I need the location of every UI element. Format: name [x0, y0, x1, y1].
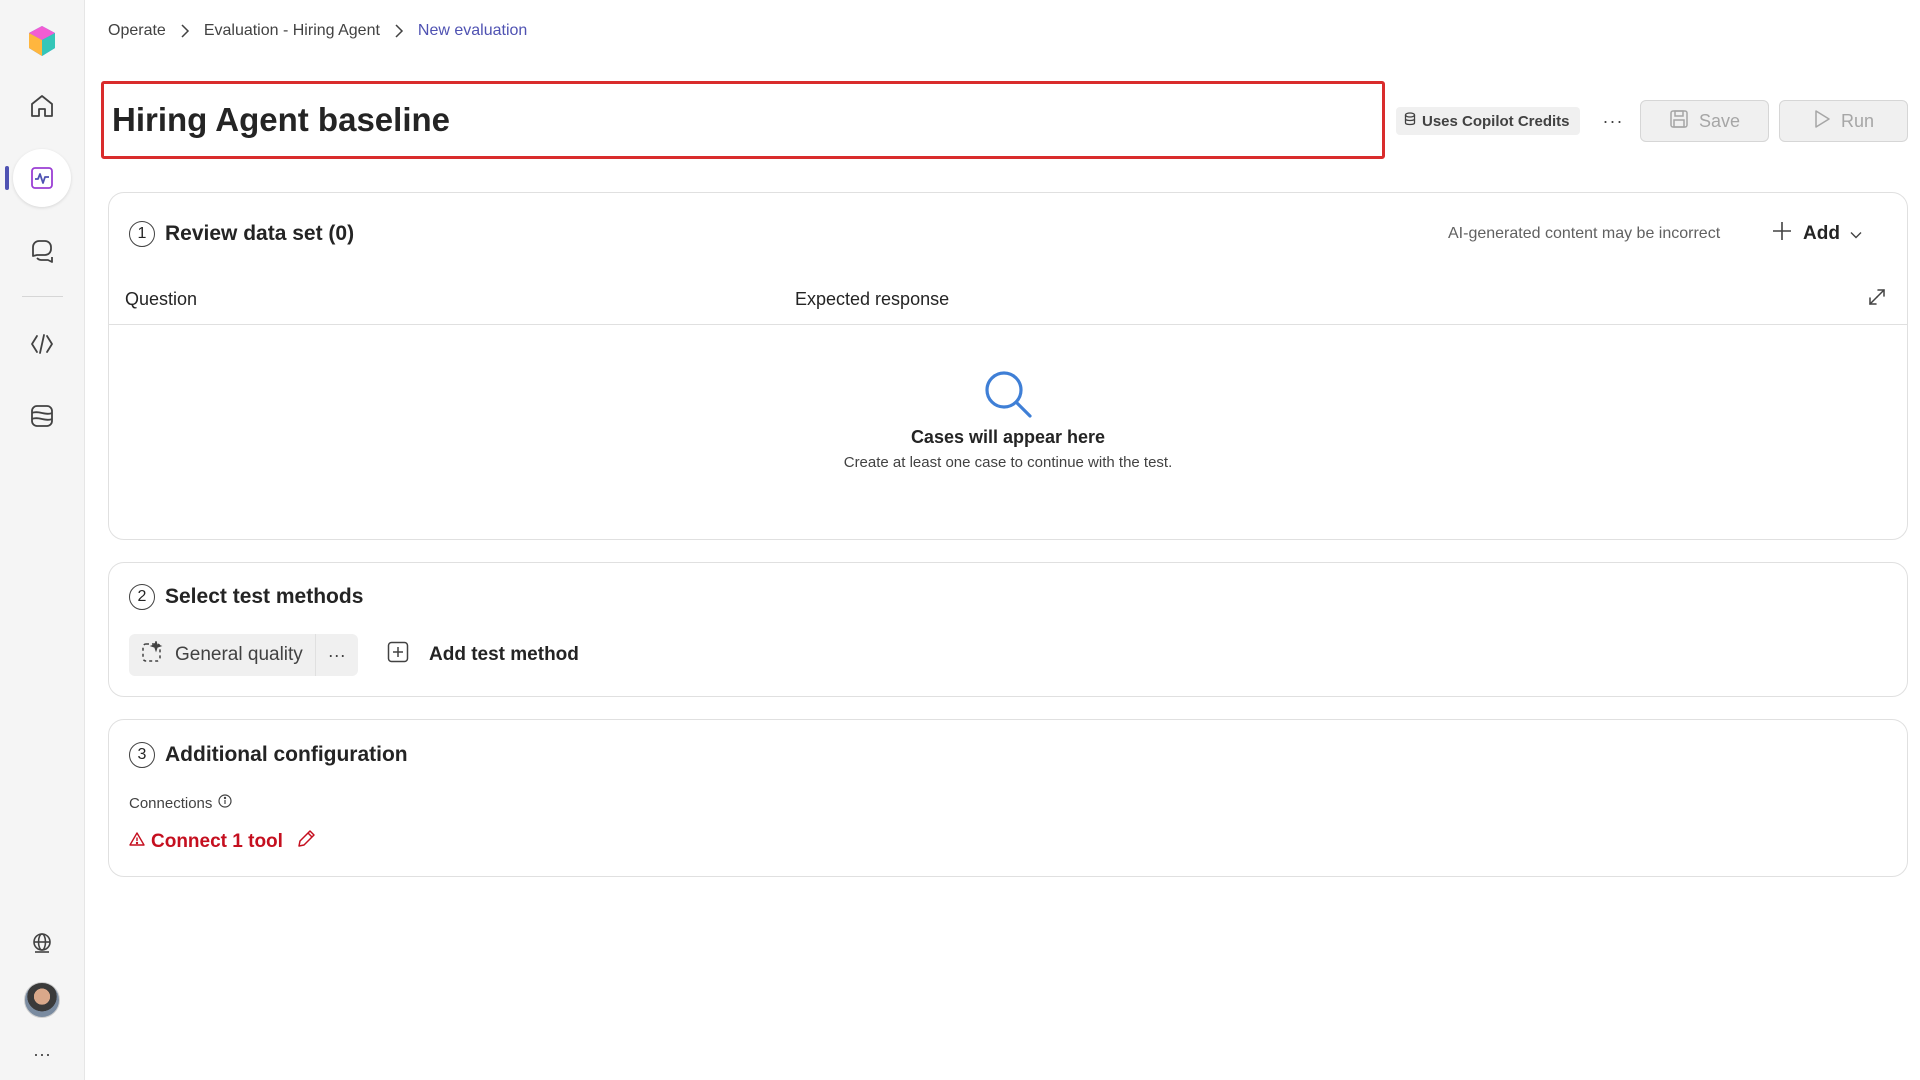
add-test-method-button[interactable]: Add test method [387, 634, 579, 676]
step-number: 2 [129, 584, 155, 610]
section-header: 1 Review data set (0) [129, 221, 354, 247]
chevron-right-icon [180, 24, 190, 38]
breadcrumb-current[interactable]: New evaluation [418, 22, 527, 40]
code-brackets-icon[interactable] [21, 323, 63, 365]
active-indicator [5, 166, 9, 190]
empty-subtitle: Create at least one case to continue wit… [843, 454, 1173, 471]
evaluation-title-field[interactable]: Hiring Agent baseline [101, 81, 1385, 159]
connections-label-row: Connections [129, 794, 232, 812]
review-data-set-card: 1 Review data set (0) AI-generated conte… [108, 192, 1908, 540]
avatar[interactable] [24, 982, 60, 1018]
chat-icon[interactable] [21, 229, 63, 271]
warning-icon [129, 831, 145, 853]
section-header: 2 Select test methods [129, 584, 363, 610]
rail-divider [22, 296, 63, 297]
add-method-label: Add test method [429, 644, 579, 665]
sparkle-frame-icon [141, 639, 163, 669]
expand-icon[interactable] [1867, 287, 1887, 312]
method-label: General quality [175, 644, 303, 665]
evaluation-nav-icon[interactable] [13, 149, 71, 207]
chevron-right-icon [394, 24, 404, 38]
add-case-button[interactable]: Add [1771, 217, 1862, 251]
plus-icon [1771, 220, 1793, 248]
section-title: Select test methods [165, 585, 364, 608]
library-icon[interactable] [21, 395, 63, 437]
table-header: Question Expected response [109, 289, 1907, 325]
add-label: Add [1803, 223, 1840, 244]
coins-icon [1404, 112, 1416, 130]
run-button[interactable]: Run [1779, 100, 1908, 142]
left-rail: ··· [0, 0, 85, 1080]
add-square-icon [387, 641, 409, 669]
section-header: 3 Additional configuration [129, 742, 408, 768]
more-options-button[interactable]: ··· [1598, 106, 1628, 136]
play-icon [1813, 109, 1831, 134]
edit-pencil-icon[interactable] [295, 828, 317, 856]
connect-tool-label: Connect 1 tool [151, 831, 283, 852]
chevron-down-icon [1850, 223, 1862, 245]
breadcrumb-item-evaluation[interactable]: Evaluation - Hiring Agent [204, 22, 380, 40]
test-method-general-quality[interactable]: General quality [129, 634, 316, 676]
copilot-credits-badge: Uses Copilot Credits [1396, 107, 1580, 135]
breadcrumb-item-operate[interactable]: Operate [108, 22, 166, 40]
credits-label: Uses Copilot Credits [1422, 112, 1570, 130]
connect-tool-link[interactable]: Connect 1 tool [129, 828, 317, 856]
search-icon [982, 368, 1034, 425]
connections-label: Connections [129, 794, 213, 812]
save-button[interactable]: Save [1640, 100, 1769, 142]
section-title: Review data set (0) [165, 222, 355, 245]
page-title[interactable]: Hiring Agent baseline [112, 101, 450, 139]
rail-more-button[interactable]: ··· [21, 1033, 63, 1075]
save-icon [1669, 109, 1689, 134]
empty-state: Cases will appear here Create at least o… [109, 368, 1907, 471]
column-expected-response: Expected response [795, 289, 950, 309]
step-number: 3 [129, 742, 155, 768]
ai-disclaimer: AI-generated content may be incorrect [1448, 225, 1721, 242]
section-title: Additional configuration [165, 743, 408, 766]
info-icon[interactable] [218, 794, 232, 812]
method-more-button[interactable]: ··· [316, 634, 358, 676]
column-question: Question [125, 289, 198, 309]
home-icon[interactable] [21, 85, 63, 127]
additional-configuration-card: 3 Additional configuration Connections C… [108, 719, 1908, 877]
test-methods-card: 2 Select test methods General quality ··… [108, 562, 1908, 697]
save-label: Save [1698, 110, 1741, 131]
empty-title: Cases will appear here [910, 427, 1106, 447]
app-logo-icon[interactable] [21, 20, 63, 62]
globe-icon[interactable] [21, 922, 63, 964]
run-label: Run [1840, 110, 1875, 131]
breadcrumb: Operate Evaluation - Hiring Agent New ev… [108, 22, 527, 40]
step-number: 1 [129, 221, 155, 247]
test-method-chip[interactable]: General quality ··· [129, 634, 358, 676]
